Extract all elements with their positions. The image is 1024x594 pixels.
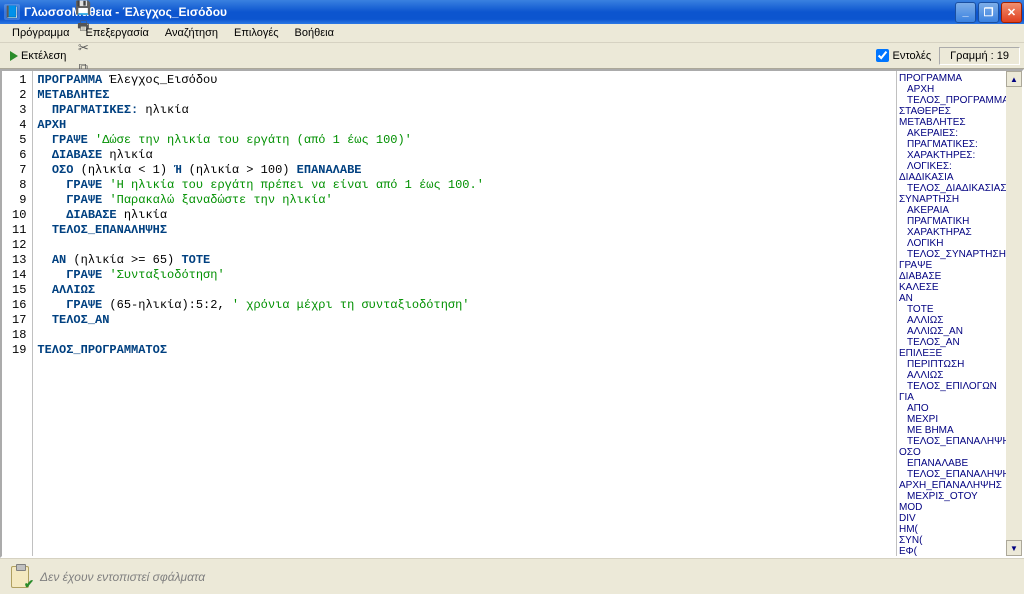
- run-button[interactable]: Εκτέλεση: [4, 48, 72, 64]
- code-line[interactable]: ΑΡΧΗ: [37, 118, 892, 133]
- code-line[interactable]: ΜΕΤΑΒΛΗΤΕΣ: [37, 88, 892, 103]
- command-item[interactable]: ΑΡΧΗ_ΕΠΑΝΑΛΗΨΗΣ: [897, 480, 1022, 491]
- minimize-button[interactable]: _: [955, 2, 976, 23]
- commands-scrollbar[interactable]: ▲ ▼: [1006, 71, 1022, 556]
- command-item[interactable]: ΛΟΓΙΚΗ: [897, 238, 1022, 249]
- commands-checkbox[interactable]: Εντολές: [876, 49, 931, 62]
- code-line[interactable]: [37, 238, 892, 253]
- title-bar: 📘 ΓλωσσοΜάθεια - Έλεγχος_Εισόδου _ ❐ ✕: [0, 0, 1024, 24]
- command-item[interactable]: ΧΑΡΑΚΤΗΡΕΣ:: [897, 150, 1022, 161]
- command-item[interactable]: ΑΚΕΡΑΙΑ: [897, 205, 1022, 216]
- code-line[interactable]: ΟΣΟ (ηλικία < 1) Ή (ηλικία > 100) ΕΠΑΝΑΛ…: [37, 163, 892, 178]
- command-item[interactable]: MOD: [897, 502, 1022, 513]
- code-line[interactable]: ΤΕΛΟΣ_ΑΝ: [37, 313, 892, 328]
- command-item[interactable]: ΓΡΑΨΕ: [897, 260, 1022, 271]
- command-item[interactable]: ΣΥΝΑΡΤΗΣΗ: [897, 194, 1022, 205]
- command-item[interactable]: ΤΕΛΟΣ_ΕΠΙΛΟΓΩΝ: [897, 381, 1022, 392]
- command-item[interactable]: ΠΕΡΙΠΤΩΣΗ: [897, 359, 1022, 370]
- commands-checkbox-input[interactable]: [876, 49, 889, 62]
- command-item[interactable]: ΗΜ(: [897, 524, 1022, 535]
- code-line[interactable]: ΔΙΑΒΑΣΕ ηλικία: [37, 208, 892, 223]
- main-area: 12345678910111213141516171819 ΠΡΟΓΡΑΜΜΑ …: [0, 69, 1024, 558]
- status-bar: ✔ Δεν έχουν εντοπιστεί σφάλματα: [0, 558, 1024, 594]
- print-icon[interactable]: 🖶: [73, 18, 93, 38]
- command-item[interactable]: ΕΠΑΝΑΛΑΒΕ: [897, 458, 1022, 469]
- command-item[interactable]: ΠΡΑΓΜΑΤΙΚΕΣ:: [897, 139, 1022, 150]
- code-line[interactable]: ΑΝ (ηλικία >= 65) ΤΟΤΕ: [37, 253, 892, 268]
- code-line[interactable]: ΓΡΑΨΕ (65-ηλικία):5:2, ' χρόνια μέχρι τη…: [37, 298, 892, 313]
- code-editor[interactable]: ΠΡΟΓΡΑΜΜΑ Έλεγχος_ΕισόδουΜΕΤΑΒΛΗΤΕΣ ΠΡΑΓ…: [33, 71, 896, 556]
- command-item[interactable]: ΤΕΛΟΣ_ΕΠΑΝΑΛΗΨΗΣ: [897, 436, 1022, 447]
- run-label: Εκτέλεση: [21, 50, 66, 62]
- code-line[interactable]: ΠΡΑΓΜΑΤΙΚΕΣ: ηλικία: [37, 103, 892, 118]
- command-item[interactable]: ΑΚΕΡΑΙΕΣ:: [897, 128, 1022, 139]
- command-item[interactable]: ΑΡΧΗ: [897, 84, 1022, 95]
- command-item[interactable]: ΑΛΛΙΩΣ: [897, 370, 1022, 381]
- command-item[interactable]: ΔΙΑΒΑΣΕ: [897, 271, 1022, 282]
- cut-icon[interactable]: ✂: [73, 38, 93, 58]
- command-item[interactable]: ΜΕ ΒΗΜΑ: [897, 425, 1022, 436]
- scroll-down-icon[interactable]: ▼: [1006, 540, 1022, 556]
- code-line[interactable]: ΓΡΑΨΕ 'Παρακαλώ ξαναδώστε την ηλικία': [37, 193, 892, 208]
- command-item[interactable]: ΤΕΛΟΣ_ΠΡΟΓΡΑΜΜΑΤΟΣ: [897, 95, 1022, 106]
- window-title: ΓλωσσοΜάθεια - Έλεγχος_Εισόδου: [24, 5, 955, 19]
- command-item[interactable]: ΤΕΛΟΣ_ΑΝ: [897, 337, 1022, 348]
- command-item[interactable]: ΑΠΟ: [897, 403, 1022, 414]
- command-item[interactable]: ΣΤΑΘΕΡΕΣ: [897, 106, 1022, 117]
- code-line[interactable]: ΔΙΑΒΑΣΕ ηλικία: [37, 148, 892, 163]
- code-line[interactable]: ΠΡΟΓΡΑΜΜΑ Έλεγχος_Εισόδου: [37, 73, 892, 88]
- status-ok-icon: ✔: [8, 565, 32, 589]
- save-icon[interactable]: 💾: [73, 0, 93, 18]
- menu-Πρόγραμμα[interactable]: Πρόγραμμα: [4, 25, 77, 41]
- command-item[interactable]: ΑΝ: [897, 293, 1022, 304]
- line-indicator: Γραμμή : 19: [939, 47, 1020, 65]
- command-item[interactable]: ΤΕΛΟΣ_ΣΥΝΑΡΤΗΣΗΣ: [897, 249, 1022, 260]
- command-item[interactable]: ΔΙΑΔΙΚΑΣΙΑ: [897, 172, 1022, 183]
- menu-Αναζήτηση[interactable]: Αναζήτηση: [157, 25, 226, 41]
- toolbar: Εκτέλεση ✓■❚❚🗋📂💾🖶✂⧉📋🔍⊕◆⚙?i Εντολές Γραμμ…: [0, 43, 1024, 69]
- command-item[interactable]: ΤΟΤΕ: [897, 304, 1022, 315]
- command-item[interactable]: ΛΟΓΙΚΕΣ:: [897, 161, 1022, 172]
- code-line[interactable]: [37, 328, 892, 343]
- command-item[interactable]: DIV: [897, 513, 1022, 524]
- menu-bar: ΠρόγραμμαΕπεξεργασίαΑναζήτησηΕπιλογέςΒοή…: [0, 24, 1024, 43]
- menu-Επιλογές[interactable]: Επιλογές: [226, 25, 287, 41]
- commands-panel: ΠΡΟΓΡΑΜΜΑΑΡΧΗΤΕΛΟΣ_ΠΡΟΓΡΑΜΜΑΤΟΣΣΤΑΘΕΡΕΣΜ…: [896, 71, 1022, 556]
- close-button[interactable]: ✕: [1001, 2, 1022, 23]
- command-item[interactable]: ΜΕΧΡΙΣ_ΟΤΟΥ: [897, 491, 1022, 502]
- command-item[interactable]: ΕΦ(: [897, 546, 1022, 556]
- command-item[interactable]: ΤΕΛΟΣ_ΔΙΑΔΙΚΑΣΙΑΣ: [897, 183, 1022, 194]
- code-line[interactable]: ΓΡΑΨΕ 'Συνταξιοδότηση': [37, 268, 892, 283]
- status-text: Δεν έχουν εντοπιστεί σφάλματα: [40, 570, 205, 584]
- code-line[interactable]: ΓΡΑΨΕ 'Η ηλικία του εργάτη πρέπει να είν…: [37, 178, 892, 193]
- line-gutter: 12345678910111213141516171819: [2, 71, 33, 556]
- command-item[interactable]: ΕΠΙΛΕΞΕ: [897, 348, 1022, 359]
- commands-checkbox-label: Εντολές: [892, 50, 931, 62]
- code-line[interactable]: ΑΛΛΙΩΣ: [37, 283, 892, 298]
- command-item[interactable]: ΠΡΑΓΜΑΤΙΚΗ: [897, 216, 1022, 227]
- command-item[interactable]: ΜΕΤΑΒΛΗΤΕΣ: [897, 117, 1022, 128]
- command-item[interactable]: ΤΕΛΟΣ_ΕΠΑΝΑΛΗΨΗΣ: [897, 469, 1022, 480]
- command-item[interactable]: ΜΕΧΡΙ: [897, 414, 1022, 425]
- play-icon: [10, 51, 18, 61]
- command-item[interactable]: ΠΡΟΓΡΑΜΜΑ: [897, 73, 1022, 84]
- code-line[interactable]: ΓΡΑΨΕ 'Δώσε την ηλικία του εργάτη (από 1…: [37, 133, 892, 148]
- app-icon: 📘: [4, 4, 20, 20]
- maximize-button[interactable]: ❐: [978, 2, 999, 23]
- command-item[interactable]: ΚΑΛΕΣΕ: [897, 282, 1022, 293]
- command-item[interactable]: ΧΑΡΑΚΤΗΡΑΣ: [897, 227, 1022, 238]
- code-line[interactable]: ΤΕΛΟΣ_ΕΠΑΝΑΛΗΨΗΣ: [37, 223, 892, 238]
- command-item[interactable]: ΣΥΝ(: [897, 535, 1022, 546]
- command-item[interactable]: ΓΙΑ: [897, 392, 1022, 403]
- command-item[interactable]: ΑΛΛΙΩΣ: [897, 315, 1022, 326]
- command-item[interactable]: ΟΣΟ: [897, 447, 1022, 458]
- code-line[interactable]: ΤΕΛΟΣ_ΠΡΟΓΡΑΜΜΑΤΟΣ: [37, 343, 892, 358]
- scroll-up-icon[interactable]: ▲: [1006, 71, 1022, 87]
- command-item[interactable]: ΑΛΛΙΩΣ_ΑΝ: [897, 326, 1022, 337]
- menu-Βοήθεια[interactable]: Βοήθεια: [287, 25, 342, 41]
